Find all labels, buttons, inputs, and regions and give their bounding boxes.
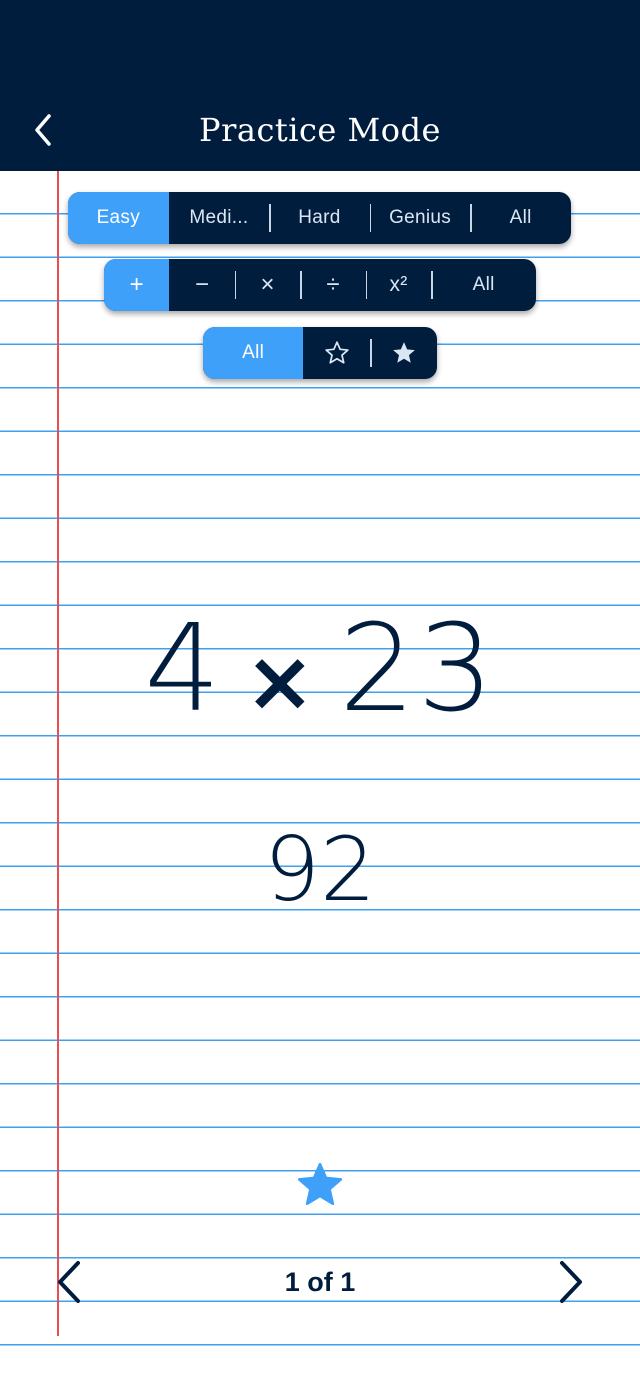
segment-medium[interactable]: Medi...: [169, 192, 270, 244]
star-filled-icon: [297, 1162, 343, 1205]
segment-subtraction[interactable]: −: [169, 259, 234, 311]
star-filled-icon: [392, 342, 415, 363]
chevron-right-icon: [560, 1261, 582, 1303]
segment-genius[interactable]: Genius: [369, 192, 471, 244]
favorite-toggle-button[interactable]: [295, 1160, 345, 1210]
operand-left: 4: [144, 600, 223, 739]
page-title: Practice Mode: [199, 111, 441, 149]
segment-starred[interactable]: [370, 327, 437, 379]
segment-addition[interactable]: +: [104, 259, 170, 311]
segment-multiplication[interactable]: ×: [234, 259, 300, 311]
segment-favorites-all[interactable]: All: [203, 327, 304, 379]
segment-squares[interactable]: x²: [365, 259, 431, 311]
operand-right: 23: [339, 600, 496, 739]
difficulty-segmented-control: Easy Medi... Hard Genius All: [68, 192, 571, 244]
operation-segmented-control: + − × ÷ x² All: [104, 259, 536, 311]
star-outline-icon: [325, 341, 349, 364]
segment-operation-all[interactable]: All: [431, 259, 536, 311]
segment-hard[interactable]: Hard: [269, 192, 370, 244]
next-button[interactable]: [552, 1258, 592, 1306]
answer: 92: [264, 818, 376, 921]
segment-unstarred[interactable]: [303, 327, 370, 379]
segment-easy[interactable]: Easy: [68, 192, 169, 244]
favorites-segmented-control: All: [203, 327, 437, 379]
segment-difficulty-all[interactable]: All: [470, 192, 571, 244]
operator: ×: [244, 632, 318, 730]
math-problem: 4 × 23: [0, 590, 640, 761]
page-indicator: 1 of 1: [284, 1267, 356, 1297]
segment-division[interactable]: ÷: [300, 259, 365, 311]
nav-bar: Practice Mode: [0, 0, 640, 171]
